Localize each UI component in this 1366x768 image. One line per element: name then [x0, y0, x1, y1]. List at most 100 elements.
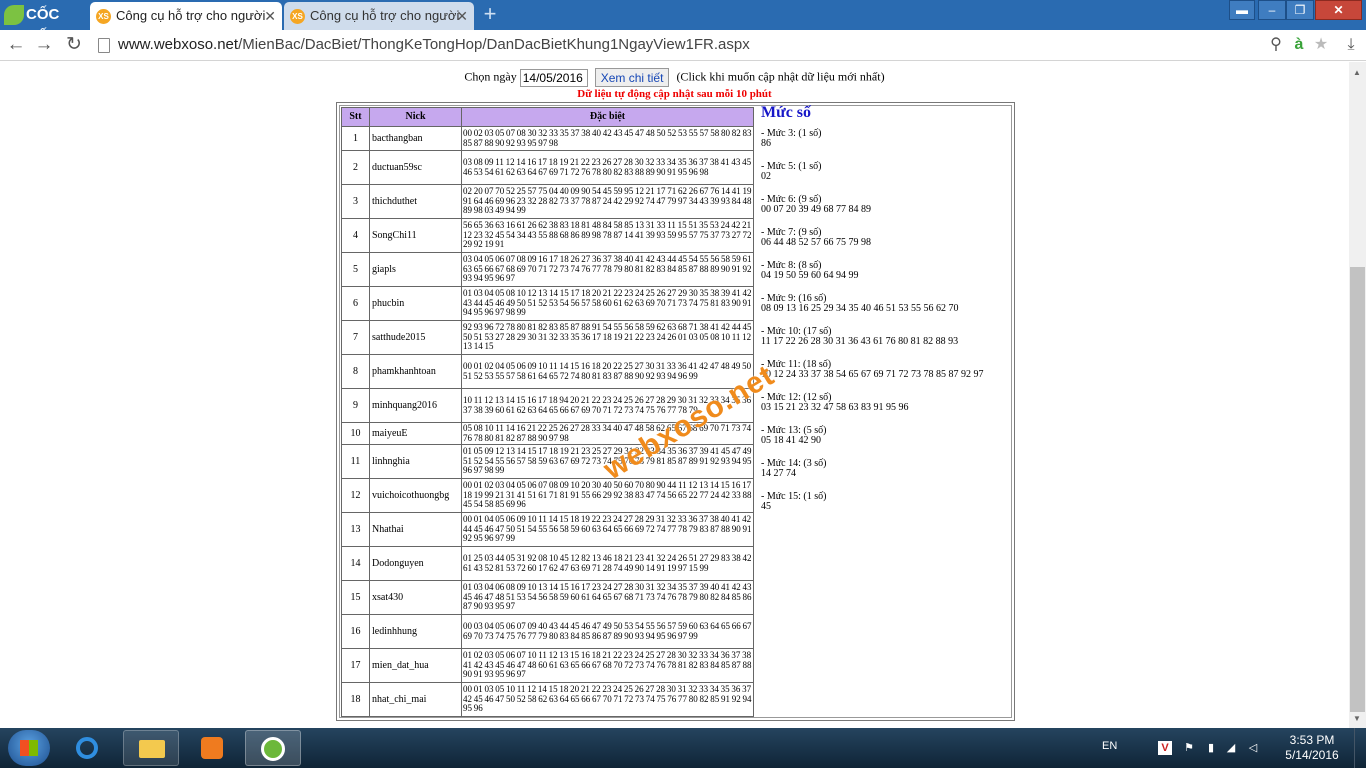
action-center-icon[interactable]: ⚑: [1182, 741, 1196, 755]
url-path: /MienBac/DacBiet/ThongKeTongHop/DanDacBi…: [238, 36, 750, 53]
muc-label: - Mức 15: (1 số): [761, 490, 827, 502]
table-row: 4 SongChi11 56 65 36 63 16 61 26 62 38 83 …: [341, 218, 754, 253]
muc-group: - Mức 11: (18 số) 10 12 24 33 37 38 54 65…: [761, 359, 1011, 381]
coccoc-logo[interactable]: CỐC CỐC: [4, 4, 88, 45]
table-row: 5 giapls 03 04 05 06 07 08 09 16 17 18 26 …: [341, 252, 754, 287]
row-stt: 3: [341, 184, 370, 219]
table-row: 12 vuichoicothuongbg 00 01 02 03 04 05 06 …: [341, 478, 754, 513]
table-row: 8 phamkhanhtoan 00 01 02 04 05 06 09 10 11…: [341, 354, 754, 389]
table-row: 13 Nhathai 00 01 04 05 06 09 10 11 14 15 1…: [341, 512, 754, 547]
muc-group: - Mức 10: (17 số) 11 17 22 26 28 30 31 36…: [761, 326, 1011, 348]
row-stt: 11: [341, 444, 370, 479]
clock-time: 3:53 PM: [1289, 733, 1335, 747]
muc-group: - Mức 9: (16 số) 08 09 13 16 25 29 34 35 …: [761, 293, 1011, 315]
show-desktop-button[interactable]: [1354, 728, 1366, 768]
scroll-thumb[interactable]: [1350, 267, 1365, 712]
toolbar: ← → ↻ www.webxoso.net/MienBac/DacBiet/Th…: [0, 30, 1366, 61]
ie-icon: [76, 737, 98, 759]
view-detail-button[interactable]: Xem chi tiết: [594, 68, 670, 87]
close-tab-icon[interactable]: ✕: [456, 2, 468, 30]
muc-numbers: 06 44 48 52 57 66 75 79 98: [761, 237, 871, 248]
address-bar[interactable]: www.webxoso.net/MienBac/DacBiet/ThongKeT…: [118, 36, 750, 53]
row-nick: satthude2015: [369, 320, 462, 355]
back-arrow-icon[interactable]: ←: [4, 33, 28, 57]
reload-icon[interactable]: ↻: [62, 33, 86, 57]
muc-numbers: 02: [761, 171, 771, 182]
muc-numbers: 11 17 22 26 28 30 31 36 43 61 76 80 81 8…: [761, 336, 959, 347]
bookmark-star-icon[interactable]: ★: [1310, 34, 1332, 56]
forward-arrow-icon[interactable]: →: [32, 33, 56, 57]
row-stt: 1: [341, 126, 370, 151]
menu-button[interactable]: ▬: [1229, 0, 1255, 20]
muc-numbers: 00 07 20 39 49 68 77 84 89: [761, 204, 871, 215]
new-tab-button[interactable]: +: [480, 2, 500, 28]
scroll-down-icon[interactable]: ▼: [1353, 714, 1361, 723]
scroll-up-icon[interactable]: ▲: [1353, 68, 1361, 77]
close-window-button[interactable]: ✕: [1315, 0, 1362, 20]
xs-favicon-icon: XS: [290, 9, 305, 24]
row-stt: 9: [341, 388, 370, 423]
close-tab-icon[interactable]: ✕: [264, 2, 276, 30]
col-nick: Nick: [369, 107, 462, 127]
row-stt: 18: [341, 682, 370, 717]
tab-title: Công cụ hỗ trợ cho người: [116, 8, 266, 23]
clock[interactable]: 3:53 PM 5/14/2016: [1278, 733, 1346, 763]
tab-active[interactable]: XS Công cụ hỗ trợ cho người ✕: [90, 2, 282, 30]
savior-icon[interactable]: à: [1288, 34, 1310, 56]
unikey-icon[interactable]: V: [1158, 741, 1172, 755]
taskbar-explorer[interactable]: [123, 730, 179, 766]
table-row: 3 thichduthet 02 20 07 70 52 25 57 75 04 4…: [341, 184, 754, 219]
muc-label: - Mức 5: (1 số): [761, 160, 822, 172]
row-nick: nhat_chi_mai: [369, 682, 462, 717]
row-numbers: 01 03 04 06 08 09 10 13 14 15 16 17 23 2…: [461, 580, 754, 615]
row-numbers: 00 02 03 05 07 08 30 32 33 35 37 38 40 4…: [461, 126, 754, 151]
network-icon[interactable]: ◢: [1224, 741, 1238, 755]
auto-update-notice: Dữ liệu tự động cập nhật sau mỗi 10 phút: [577, 88, 772, 100]
table-header-row: Stt Nick Đặc biệt: [341, 107, 754, 127]
language-indicator[interactable]: EN: [1102, 740, 1117, 752]
row-nick: mien_dat_hua: [369, 648, 462, 683]
muc-numbers: 03 15 21 23 32 47 58 63 83 91 95 96: [761, 402, 909, 413]
muc-list: - Mức 3: (1 số) 86- Mức 5: (1 số) 02- Mức …: [761, 128, 1011, 513]
muc-group: - Mức 14: (3 số) 14 27 74: [761, 458, 1011, 480]
row-nick: phamkhanhtoan: [369, 354, 462, 389]
row-nick: Nhathai: [369, 512, 462, 547]
row-numbers: 00 03 04 05 06 07 09 40 43 44 45 46 47 4…: [461, 614, 754, 649]
browser-window: CỐC CỐC XS Công cụ hỗ trợ cho người ✕ XS…: [0, 0, 1366, 768]
muc-so-title: Mức số: [761, 104, 812, 121]
table-row: 1 bacthangban 00 02 03 05 07 08 30 32 33 3…: [341, 126, 754, 151]
folder-icon: [139, 740, 165, 758]
taskbar-coccoc[interactable]: [245, 730, 301, 766]
col-dac-biet: Đặc biệt: [461, 107, 754, 127]
muc-group: - Mức 8: (8 số) 04 19 50 59 60 64 94 99: [761, 260, 1011, 282]
row-stt: 5: [341, 252, 370, 287]
row-nick: minhquang2016: [369, 388, 462, 423]
download-icon[interactable]: ⤓: [1340, 34, 1362, 56]
row-nick: ductuan59sc: [369, 150, 462, 185]
taskbar: EN V ⚑ ▮ ◢ ◁ 3:53 PM 5/14/2016: [0, 728, 1366, 768]
xs-favicon-icon: XS: [96, 9, 111, 24]
volume-icon[interactable]: ◁: [1246, 741, 1260, 755]
row-numbers: 03 08 09 11 12 14 16 17 18 19 21 22 23 2…: [461, 150, 754, 185]
restore-button[interactable]: ❐: [1286, 0, 1314, 20]
page-content: Chọn ngày Xem chi tiết (Click khi muốn c…: [0, 62, 1349, 728]
muc-numbers: 05 18 41 42 90: [761, 435, 821, 446]
row-numbers: 56 65 36 63 16 61 26 62 38 83 18 81 48 8…: [461, 218, 754, 253]
muc-numbers: 08 09 13 16 25 29 34 35 40 46 51 53 55 5…: [761, 303, 959, 314]
tab-inactive[interactable]: XS Công cụ hỗ trợ cho người ✕: [284, 2, 474, 30]
date-input[interactable]: [519, 68, 588, 87]
row-stt: 7: [341, 320, 370, 355]
minimize-button[interactable]: –: [1258, 0, 1286, 20]
row-nick: bacthangban: [369, 126, 462, 151]
table-row: 14 Dodonguyen 01 25 03 44 05 31 92 08 10 4…: [341, 546, 754, 581]
taskbar-media[interactable]: [185, 730, 241, 766]
table-row: 16 ledinhhung 00 03 04 05 06 07 09 40 43 4…: [341, 614, 754, 649]
battery-icon[interactable]: ▮: [1204, 741, 1218, 755]
vertical-scrollbar[interactable]: ▲ ▼: [1349, 62, 1366, 728]
muc-numbers: 45: [761, 501, 771, 512]
zoom-icon[interactable]: ⚲: [1265, 34, 1287, 56]
taskbar-ie[interactable]: [60, 730, 116, 766]
page-icon: [98, 38, 110, 53]
start-button[interactable]: [8, 730, 50, 766]
windows-logo-icon: [20, 740, 38, 756]
